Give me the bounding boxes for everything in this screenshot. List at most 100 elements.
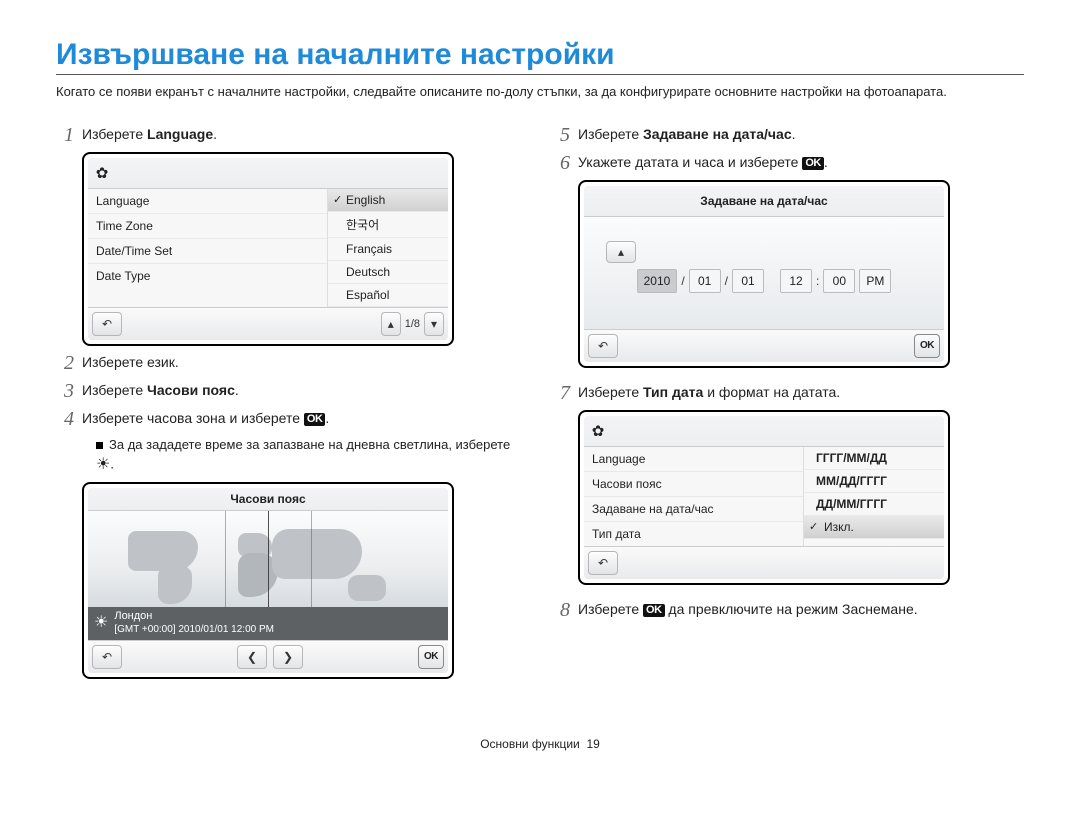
page-title: Извършване на началните настройки — [56, 38, 1024, 72]
datetype-option-off[interactable]: Изкл. — [804, 516, 944, 539]
hour-field[interactable]: 12 — [780, 269, 812, 293]
step-text: Укажете датата и часа и изберете — [578, 154, 802, 170]
menu-item-datetimeset[interactable]: Date/Time Set — [88, 239, 327, 264]
page-up-icon[interactable]: ▴ — [381, 312, 401, 336]
intro-text: Когато се появи екранът с началните наст… — [56, 83, 1024, 102]
separator: / — [725, 274, 728, 288]
minute-field[interactable]: 00 — [823, 269, 855, 293]
right-column: 5 Изберете Задаване на дата/час. 6 Укаже… — [552, 120, 1024, 685]
timezone-screen: Часови пояс ☀ — [82, 482, 454, 678]
menu-item-language[interactable]: Language — [584, 447, 803, 472]
step-4: 4 Изберете часова зона и изберете OK. — [56, 408, 528, 430]
menu-item-datetype[interactable]: Тип дата — [584, 522, 803, 546]
step-text: Изберете език. — [82, 352, 179, 370]
lang-option-german[interactable]: Deutsch — [328, 261, 448, 284]
step-text: Изберете — [578, 601, 643, 617]
step-3: 3 Изберете Часови пояс. — [56, 380, 528, 402]
year-field[interactable]: 2010 — [637, 269, 678, 293]
step-text-suffix: . — [235, 382, 239, 398]
step-text: Изберете — [578, 384, 643, 400]
step-bold: Тип дата — [643, 384, 703, 400]
step-text-suffix: . — [824, 154, 828, 170]
world-map[interactable] — [88, 511, 448, 607]
step-1: 1 Изберете Language. — [56, 124, 528, 146]
step-number: 2 — [56, 352, 82, 374]
page-footer: Основни функции 19 — [56, 737, 1024, 751]
menu-item-timezone[interactable]: Часови пояс — [584, 472, 803, 497]
datetype-option-dmy[interactable]: ДД/ММ/ГГГГ — [804, 493, 944, 516]
gear-icon: ✿ — [590, 423, 606, 439]
step-number: 6 — [552, 152, 578, 174]
step-5: 5 Изберете Задаване на дата/час. — [552, 124, 1024, 146]
ok-icon: OK — [802, 157, 824, 170]
back-button[interactable]: ↶ — [588, 334, 618, 358]
ampm-field[interactable]: PM — [859, 269, 891, 293]
page-down-icon[interactable]: ▾ — [424, 312, 444, 336]
timezone-title: Часови пояс — [88, 488, 448, 511]
page-indicator-text: 1/8 — [405, 318, 420, 330]
step-8: 8 Изберете OK да превключите на режим За… — [552, 599, 1024, 621]
step-text-suffix: да превключите на режим Заснемане. — [665, 601, 918, 617]
lang-option-english[interactable]: English — [328, 189, 448, 212]
menu-item-language[interactable]: Language — [88, 189, 327, 214]
timezone-detail: [GMT +00:00] 2010/01/01 12:00 PM — [114, 624, 274, 635]
day-field[interactable]: 01 — [732, 269, 764, 293]
sun-icon: ☀ — [94, 613, 108, 632]
step-text: Изберете — [82, 126, 147, 142]
prev-button[interactable]: ❮ — [237, 645, 267, 669]
step-text: Изберете часова зона и изберете — [82, 410, 304, 426]
step-number: 8 — [552, 599, 578, 621]
separator: : — [816, 274, 819, 288]
ok-icon: OK — [304, 413, 326, 426]
step-number: 4 — [56, 408, 82, 430]
step-text-suffix: и формат на датата. — [703, 384, 840, 400]
step-text: Изберете — [578, 126, 643, 142]
separator: / — [681, 274, 684, 288]
ok-icon: OK — [643, 604, 665, 617]
sun-icon: ☀ — [96, 456, 110, 473]
left-column: 1 Изберете Language. ✿ Language Time Zon… — [56, 120, 528, 685]
menu-item-datetimeset[interactable]: Задаване на дата/час — [584, 497, 803, 522]
step-bold: Language — [147, 126, 213, 142]
step-2: 2 Изберете език. — [56, 352, 528, 374]
substep-suffix: . — [110, 457, 114, 472]
lang-option-korean[interactable]: 한국어 — [328, 212, 448, 238]
step-bold: Часови пояс — [147, 382, 235, 398]
datetype-screen: ✿ Language Часови пояс Задаване на дата/… — [578, 410, 950, 585]
language-screen: ✿ Language Time Zone Date/Time Set Date … — [82, 152, 454, 346]
value-up-button[interactable]: ▴ — [606, 241, 636, 263]
back-button[interactable]: ↶ — [588, 551, 618, 575]
next-button[interactable]: ❯ — [273, 645, 303, 669]
step-bold: Задаване на дата/час — [643, 126, 792, 142]
step-number: 1 — [56, 124, 82, 146]
timezone-info: ☀ Лондон [GMT +00:00] 2010/01/01 12:00 P… — [88, 607, 448, 639]
step-number: 7 — [552, 382, 578, 404]
page-indicator: ▴ 1/8 ▾ — [381, 312, 444, 336]
back-button[interactable]: ↶ — [92, 645, 122, 669]
step-text-suffix: . — [213, 126, 217, 142]
gear-icon: ✿ — [94, 165, 110, 181]
lang-option-spanish[interactable]: Español — [328, 284, 448, 307]
step-7: 7 Изберете Тип дата и формат на датата. — [552, 382, 1024, 404]
ok-button[interactable]: OK — [418, 645, 444, 669]
title-rule — [56, 74, 1024, 75]
step-6: 6 Укажете датата и часа и изберете OK. — [552, 152, 1024, 174]
step-text-suffix: . — [325, 410, 329, 426]
footer-section: Основни функции — [480, 737, 580, 751]
datetype-option-ymd[interactable]: ГГГГ/ММ/ДД — [804, 447, 944, 470]
month-field[interactable]: 01 — [689, 269, 721, 293]
datetime-title: Задаване на дата/час — [590, 194, 938, 208]
menu-item-timezone[interactable]: Time Zone — [88, 214, 327, 239]
step-number: 3 — [56, 380, 82, 402]
datetype-option-mdy[interactable]: ММ/ДД/ГГГГ — [804, 470, 944, 493]
step-number: 5 — [552, 124, 578, 146]
ok-button[interactable]: OK — [914, 334, 940, 358]
bullet-icon — [96, 442, 103, 449]
datetime-screen: Задаване на дата/час ▴ 2010 / 01 / 01 12 — [578, 180, 950, 368]
lang-option-french[interactable]: Français — [328, 238, 448, 261]
footer-page: 19 — [586, 737, 599, 751]
step-4-sub: За да зададете време за запазване на дне… — [96, 436, 528, 477]
step-text-suffix: . — [792, 126, 796, 142]
menu-item-datetype[interactable]: Date Type — [88, 264, 327, 288]
back-button[interactable]: ↶ — [92, 312, 122, 336]
